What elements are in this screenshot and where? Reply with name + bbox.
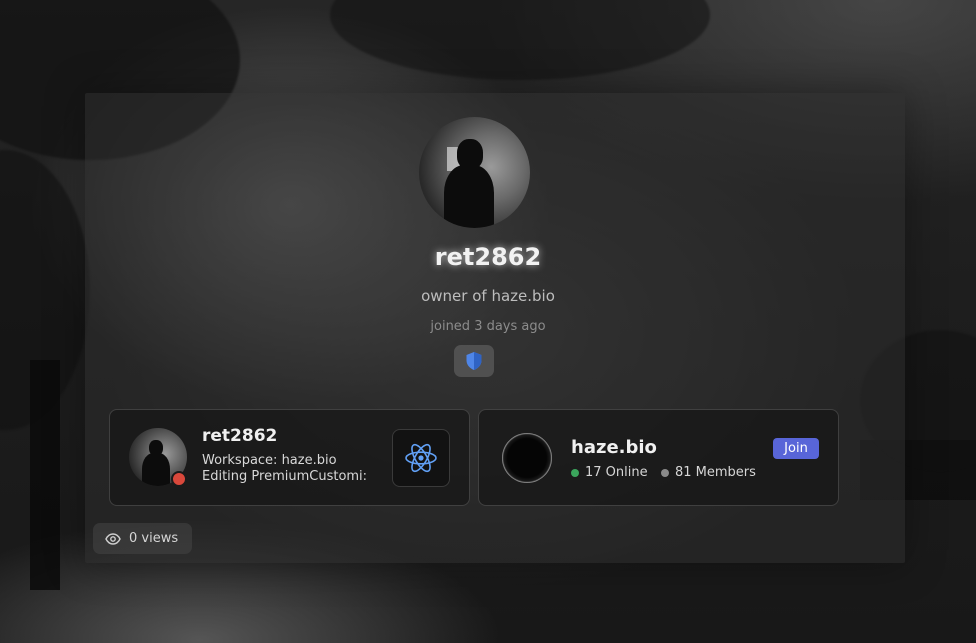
server-name: haze.bio bbox=[571, 437, 657, 458]
discord-presence-panel: ret2862 Workspace: haze.bio Editing Prem… bbox=[109, 409, 470, 506]
join-server-button[interactable]: Join bbox=[773, 438, 819, 459]
react-icon bbox=[405, 443, 437, 473]
shield-icon bbox=[466, 352, 482, 370]
views-label: 0 views bbox=[129, 531, 179, 546]
discord-server-panel: haze.bio Join 17 Online 81 Members bbox=[478, 409, 839, 506]
profile-page: ret2862 owner of haze.bio joined 3 days … bbox=[0, 0, 976, 643]
eye-icon bbox=[105, 532, 121, 545]
activity-details: Workspace: haze.bio bbox=[202, 453, 337, 468]
server-icon bbox=[502, 433, 552, 483]
avatar-silhouette-body bbox=[444, 165, 494, 228]
background-tree-trunk bbox=[30, 360, 60, 590]
activity-state: Editing PremiumCustomi: bbox=[202, 469, 368, 484]
members-dot-icon bbox=[661, 468, 669, 477]
profile-avatar bbox=[419, 117, 530, 228]
profile-badge[interactable] bbox=[454, 345, 494, 377]
members-label: 81 Members bbox=[675, 465, 756, 480]
online-label: 17 Online bbox=[585, 465, 648, 480]
online-count: 17 Online bbox=[571, 465, 648, 480]
display-name: ret2862 bbox=[434, 243, 542, 271]
background-foliage bbox=[330, 0, 710, 80]
profile-bio: owner of haze.bio bbox=[421, 287, 555, 305]
activity-image bbox=[392, 429, 450, 487]
discord-username: ret2862 bbox=[202, 426, 278, 446]
online-dot-icon bbox=[571, 468, 579, 477]
view-counter: 0 views bbox=[93, 523, 192, 554]
member-count: 81 Members bbox=[661, 465, 756, 480]
joined-date: joined 3 days ago bbox=[430, 319, 546, 334]
avatar-silhouette-body bbox=[142, 453, 170, 486]
status-indicator bbox=[171, 471, 187, 487]
